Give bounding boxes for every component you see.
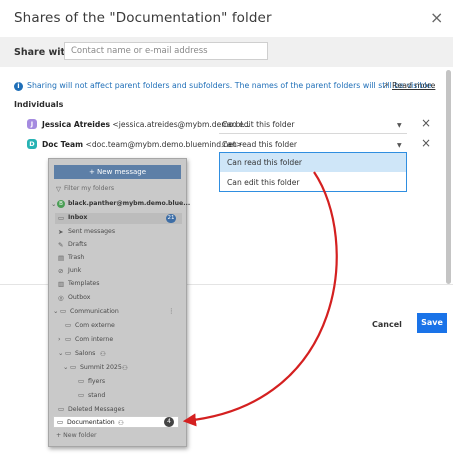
new-message-button[interactable]: + New message	[54, 165, 181, 179]
permission-select[interactable]: Can read this folder	[222, 140, 297, 149]
filter-icon: ▽	[56, 185, 61, 193]
folder-badge: 4	[164, 417, 174, 427]
folder-label[interactable]: Com interne	[75, 336, 113, 343]
folder-label[interactable]: Junk	[68, 267, 81, 274]
folder-label: Documentation	[67, 419, 115, 426]
folder-label[interactable]: Deleted Messages	[68, 406, 125, 413]
folder-icon: ▭	[57, 418, 64, 426]
folder-label[interactable]: Outbox	[68, 294, 90, 301]
folder-label: Inbox	[68, 214, 88, 221]
folder-label[interactable]: Summit 2025	[80, 364, 122, 371]
account-avatar: B	[57, 200, 65, 208]
dropdown-option-edit[interactable]: Can edit this folder	[220, 173, 406, 192]
scrollbar[interactable]	[446, 70, 451, 284]
folder-icon: ▭	[70, 363, 77, 371]
remove-icon[interactable]: ×	[421, 136, 431, 150]
person-name: Doc Team	[42, 140, 84, 149]
new-folder-button[interactable]: + New folder	[56, 432, 97, 439]
chevron-down-icon[interactable]: ⌄	[63, 363, 68, 371]
chevron-down-icon[interactable]: ⌄	[58, 349, 63, 357]
external-link-icon[interactable]: ↗	[382, 81, 389, 90]
folder-label[interactable]: Salons	[75, 350, 95, 357]
trash-icon: ▤	[58, 254, 65, 262]
chevron-right-icon[interactable]: ›	[58, 335, 61, 343]
avatar: D	[27, 139, 37, 149]
folder-label[interactable]: Drafts	[68, 241, 87, 248]
folder-icon: ▭	[65, 335, 72, 343]
chevron-down-icon[interactable]: ⌄	[53, 307, 58, 315]
person-email: <doc.team@mybm.demo.bluemind.net>	[85, 140, 243, 149]
read-more-link[interactable]: Read more	[392, 81, 435, 90]
more-icon[interactable]: ⋮	[168, 307, 175, 315]
save-button[interactable]: Save	[417, 313, 447, 333]
shared-icon: ⚇	[100, 350, 106, 358]
cancel-button[interactable]: Cancel	[372, 320, 402, 329]
folder-label[interactable]: flyers	[88, 378, 105, 385]
folder-label[interactable]: Communication	[70, 308, 119, 315]
select-underline	[219, 133, 407, 134]
folder-icon: ▭	[65, 349, 72, 357]
folder-label[interactable]: Sent messages	[68, 228, 115, 235]
remove-icon[interactable]: ×	[421, 116, 431, 130]
permission-select[interactable]: Can edit this folder	[222, 120, 295, 129]
pencil-icon: ✎	[58, 241, 64, 249]
avatar: J	[27, 119, 37, 129]
shared-icon: ⚇	[118, 419, 124, 427]
individual-name: Jessica Atreides <jessica.atreides@mybm.…	[42, 120, 250, 129]
folder-label[interactable]: stand	[88, 392, 105, 399]
folder-icon: ▭	[58, 405, 65, 413]
folder-label[interactable]: Trash	[68, 254, 84, 261]
folder-label[interactable]: Com externe	[75, 322, 115, 329]
close-icon[interactable]: ×	[430, 8, 443, 27]
folder-icon: ▭	[78, 391, 85, 399]
dialog-title: Shares of the "Documentation" folder	[14, 10, 272, 26]
unread-badge: 21	[166, 214, 176, 223]
templates-icon: ▥	[58, 280, 65, 288]
info-message: Sharing will not affect parent folders a…	[27, 81, 434, 90]
chevron-down-icon[interactable]: ⌄	[51, 200, 56, 208]
section-individuals-title: Individuals	[14, 100, 64, 109]
info-icon: i	[14, 82, 23, 91]
individual-name: Doc Team <doc.team@mybm.demo.bluemind.ne…	[42, 140, 242, 149]
permission-dropdown: Can read this folder Can edit this folde…	[219, 152, 407, 192]
junk-icon: ⊘	[58, 267, 64, 275]
person-name: Jessica Atreides	[42, 120, 110, 129]
caret-down-icon[interactable]: ▼	[397, 122, 402, 129]
shared-icon: ⚇	[122, 364, 128, 372]
folder-icon: ▭	[78, 377, 85, 385]
outbox-icon: ◎	[58, 294, 64, 302]
contact-search-input[interactable]	[64, 42, 268, 60]
folder-icon: ▭	[65, 321, 72, 329]
caret-down-icon[interactable]: ▼	[397, 142, 402, 149]
folder-label[interactable]: Templates	[68, 280, 99, 287]
filter-input[interactable]: Filter my folders	[64, 185, 114, 192]
send-icon: ➤	[58, 228, 64, 236]
account-name[interactable]: black.panther@mybm.demo.blue...	[68, 200, 190, 207]
dropdown-option-read[interactable]: Can read this folder	[220, 153, 406, 172]
folder-icon: ▭	[60, 307, 67, 315]
inbox-icon: ▭	[58, 214, 65, 222]
